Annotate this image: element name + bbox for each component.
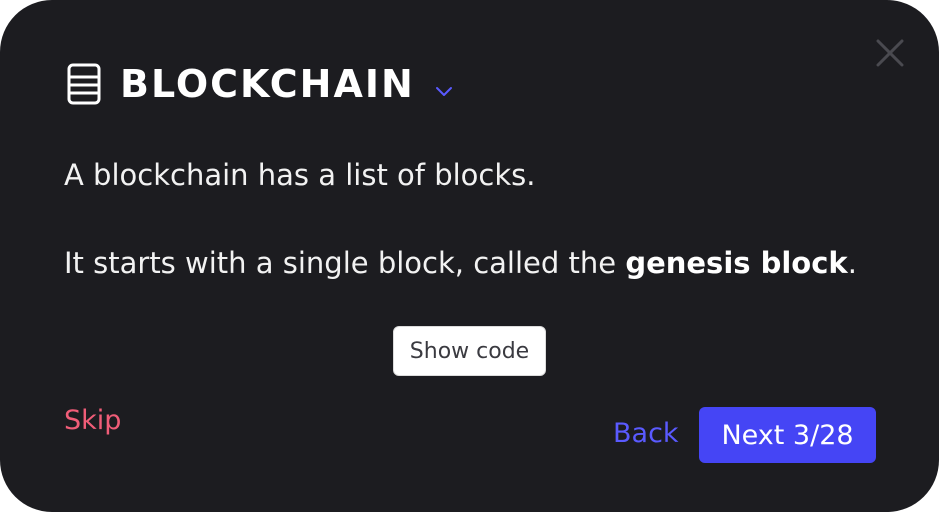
chevron-down-icon[interactable]	[435, 85, 453, 97]
show-code-button[interactable]: Show code	[393, 326, 546, 376]
dialog-title: BLOCKCHAIN	[120, 62, 415, 106]
database-icon	[67, 63, 101, 105]
paragraph-intro: A blockchain has a list of blocks.	[64, 158, 536, 192]
close-icon	[876, 39, 904, 67]
paragraph-genesis-prefix: It starts with a single block, called th…	[64, 246, 626, 280]
genesis-block-term: genesis block	[625, 246, 848, 280]
paragraph-genesis-suffix: .	[847, 246, 857, 280]
dialog-header: BLOCKCHAIN	[66, 58, 453, 110]
paragraph-genesis: It starts with a single block, called th…	[64, 246, 857, 280]
next-button[interactable]: Next 3/28	[699, 407, 876, 463]
back-link[interactable]: Back	[613, 418, 679, 449]
close-button[interactable]	[870, 37, 910, 71]
skip-link[interactable]: Skip	[64, 405, 121, 436]
tutorial-dialog: BLOCKCHAIN A blockchain has a list of bl…	[0, 0, 939, 512]
